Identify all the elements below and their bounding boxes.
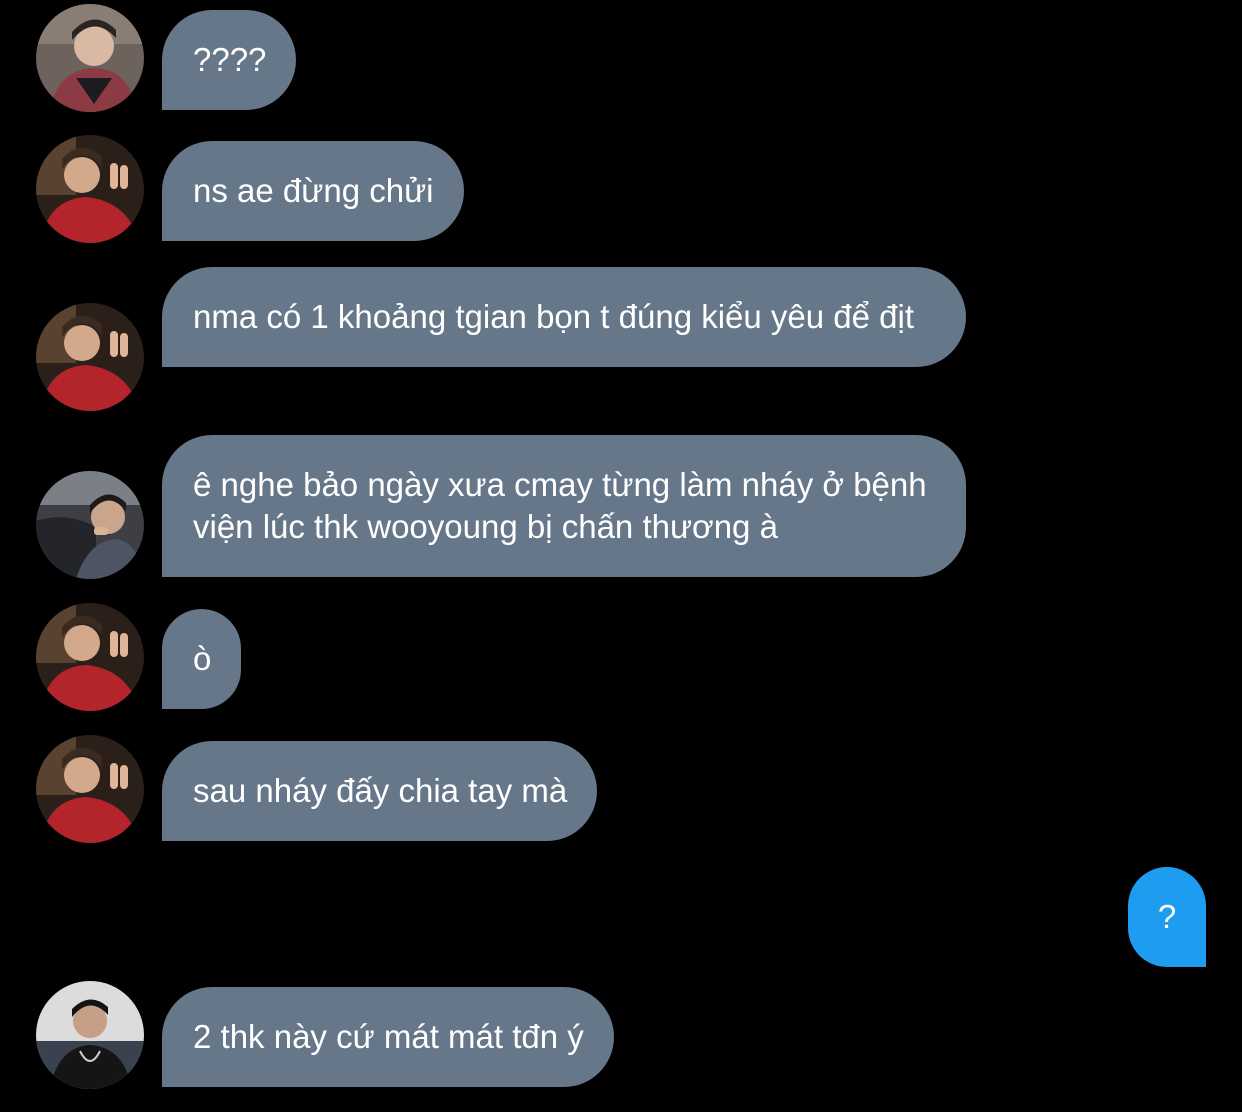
message-bubble: sau nháy đấy chia tay mà <box>162 741 598 841</box>
avatar-user-a[interactable] <box>36 4 144 112</box>
avatar-photo-icon <box>36 735 144 843</box>
avatar-photo-icon <box>36 603 144 711</box>
message-bubble: nma có 1 khoảng tgian bọn t đúng kiểu yê… <box>162 267 966 367</box>
avatar-user-b[interactable] <box>36 735 144 843</box>
avatar-photo-icon <box>36 471 144 579</box>
message-bubble: ò <box>162 609 242 709</box>
avatar-user-c[interactable] <box>36 471 144 579</box>
avatar-photo-icon <box>36 303 144 411</box>
avatar-photo-icon <box>36 135 144 243</box>
message-bubble: ???? <box>162 10 297 110</box>
avatar-user-b[interactable] <box>36 135 144 243</box>
avatar-photo-icon <box>36 4 144 112</box>
message-bubble: 2 thk này cứ mát mát tđn ý <box>162 987 614 1087</box>
message-bubble: ns ae đừng chửi <box>162 141 464 241</box>
avatar-user-b[interactable] <box>36 303 144 411</box>
message-bubble: ê nghe bảo ngày xưa cmay từng làm nháy ở… <box>162 435 966 577</box>
outgoing-message-bubble: ? <box>1128 867 1206 967</box>
avatar-user-d[interactable] <box>36 981 144 1089</box>
avatar-user-b[interactable] <box>36 603 144 711</box>
avatar-photo-icon <box>36 981 144 1089</box>
